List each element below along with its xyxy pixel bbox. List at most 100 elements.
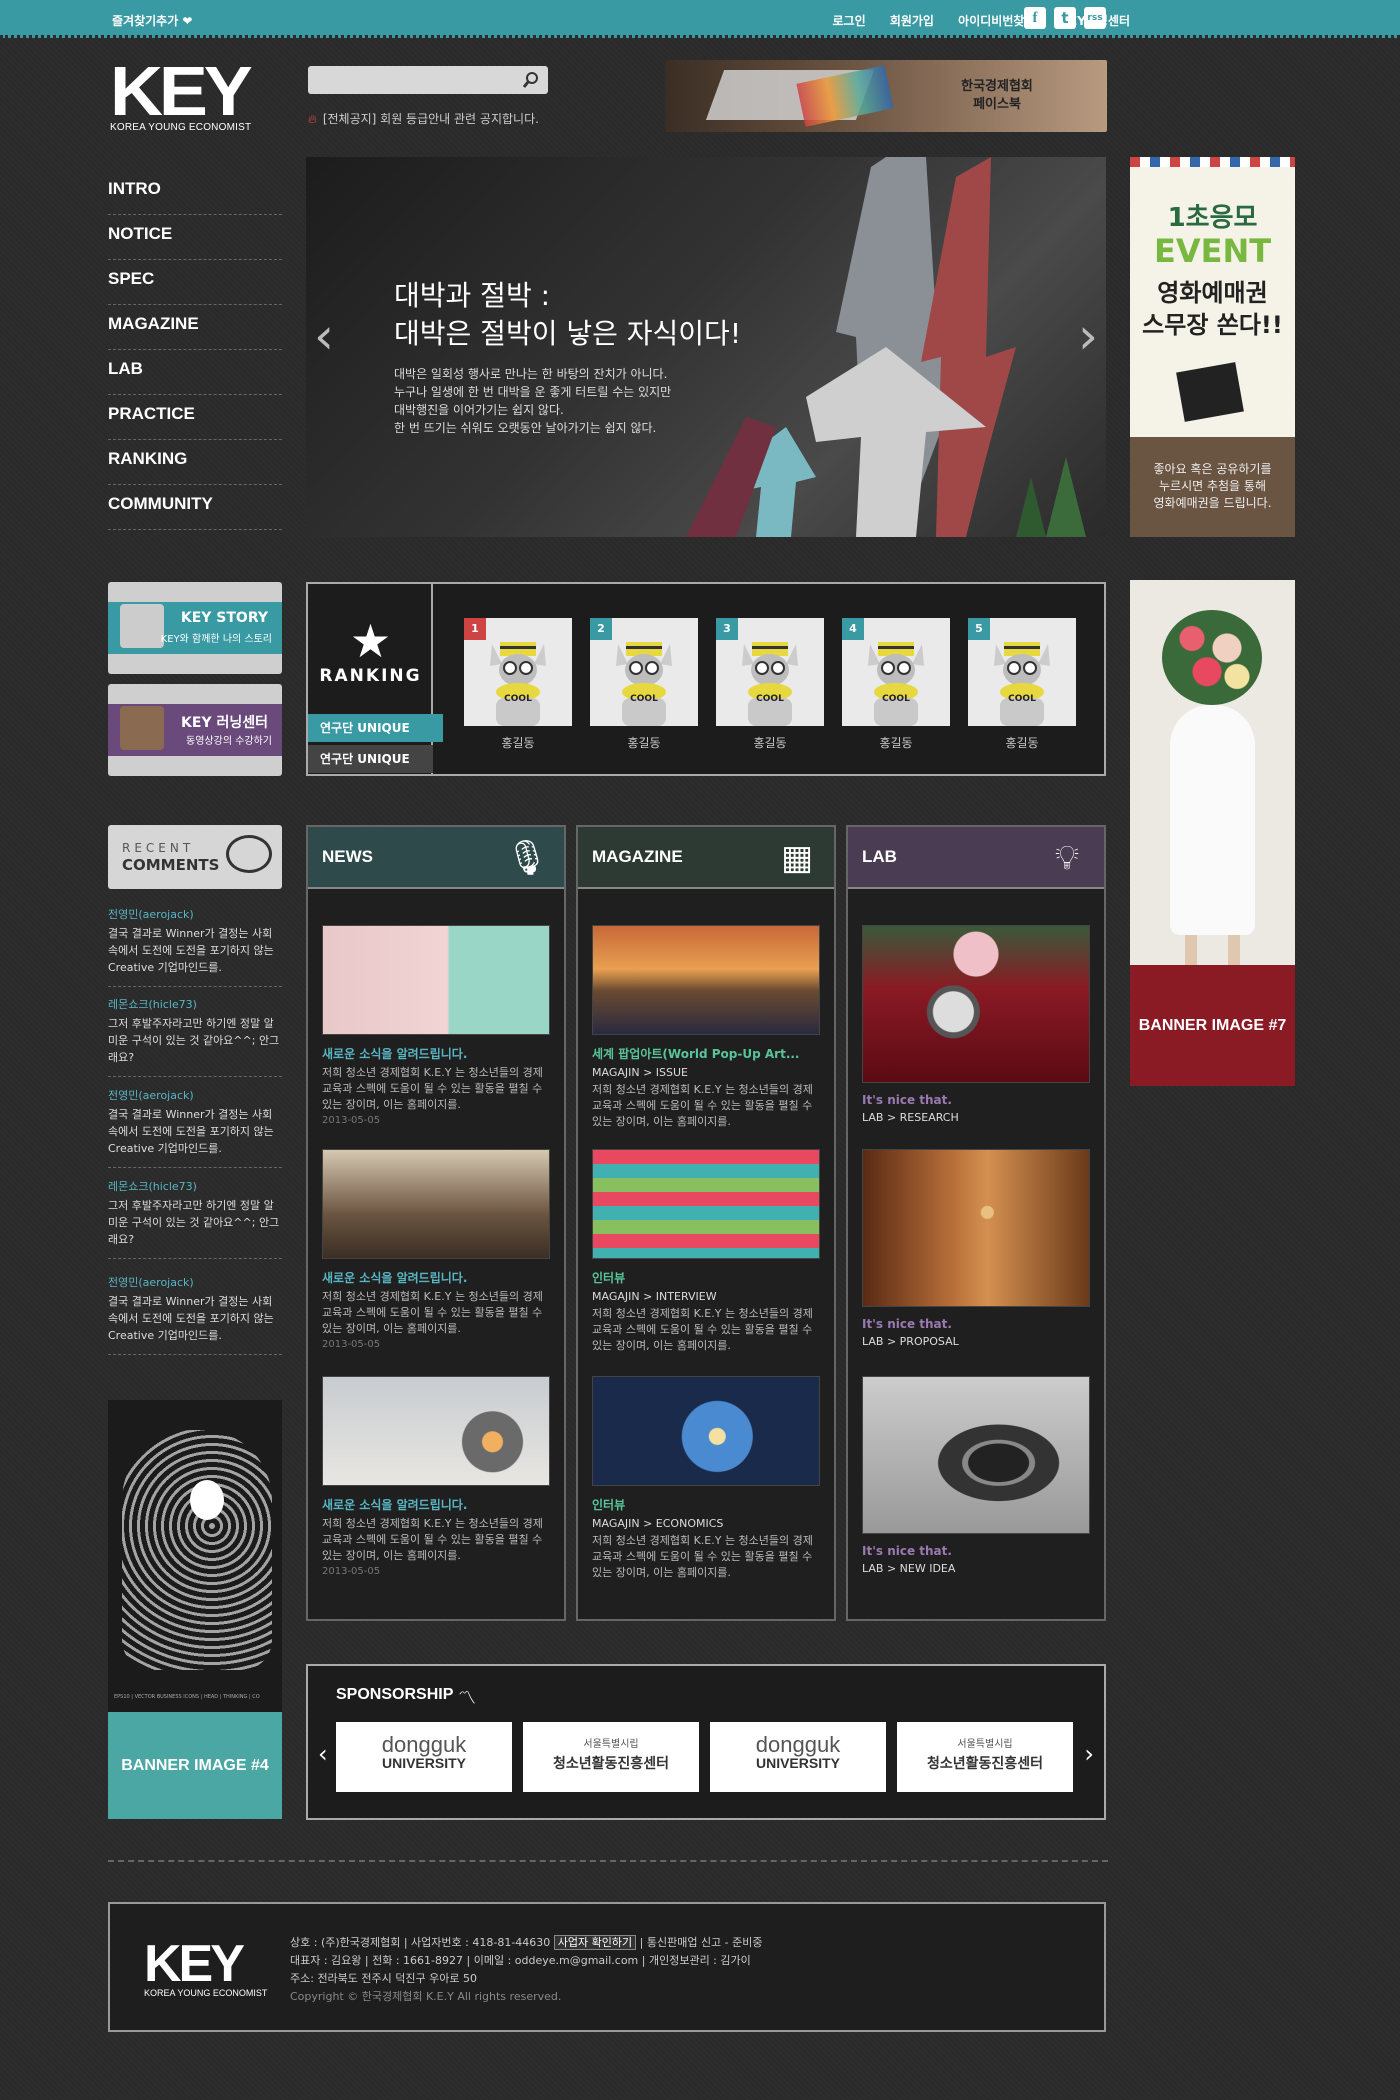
lab-header: LAB 💡︎	[848, 827, 1104, 889]
footer-info: 상호 : (주)한국경제협회 | 사업자번호 : 418-81-44630 사업…	[290, 1934, 763, 2006]
ranking-tab-2[interactable]: 연구단 UNIQUE	[308, 745, 433, 773]
nav-community[interactable]: COMMUNITY	[108, 485, 282, 530]
news-card-title: 새로운 소식을 알려드립니다.	[322, 1271, 468, 1285]
clapperboard-icon	[1176, 362, 1244, 422]
event-line3b: 스무장 쏜다!!	[1142, 311, 1283, 339]
lab-card[interactable]: It's nice that. LAB > NEW IDEA	[862, 1376, 1090, 1575]
key-learning-button[interactable]: KEY 러닝센터 동영상강의 수강하기	[108, 684, 282, 776]
magazine-card[interactable]: 인터뷰 MAGAJIN > ECONOMICS 저희 청소년 경제협회 K.E.…	[592, 1376, 820, 1581]
site-footer: KEY KOREA YOUNG ECONOMIST 상호 : (주)한국경제협회…	[108, 1902, 1106, 2032]
dog-avatar-icon	[742, 642, 798, 726]
airmail-border	[1130, 157, 1295, 167]
lightbulb-icon: 💡︎	[1055, 838, 1079, 878]
chart-line-icon: 〽	[458, 1688, 476, 1709]
rank-item[interactable]: 5 COOL 홍길동	[968, 618, 1076, 751]
news-card[interactable]: 새로운 소식을 알려드립니다. 저희 청소년 경제협회 K.E.Y 는 청소년들…	[322, 1376, 550, 1577]
facebook-banner[interactable]: 한국경제협회 페이스북	[665, 60, 1107, 132]
comment-body: 결국 결과로 Winner가 결정는 사회속에서 도전에 도전을 포기하지 않는…	[108, 1295, 274, 1342]
key-story-title: KEY STORY	[180, 610, 268, 626]
fb-banner-line1: 한국경제협회	[961, 79, 1033, 94]
rank-item[interactable]: 4 COOL 홍길동	[842, 618, 950, 751]
sponsor-prev-button[interactable]: ‹	[318, 1740, 328, 1768]
nav-lab[interactable]: LAB	[108, 350, 282, 395]
rank-number: 2	[590, 618, 612, 640]
nav-intro[interactable]: INTRO	[108, 170, 282, 215]
news-card[interactable]: 새로운 소식을 알려드립니다. 저희 청소년 경제협회 K.E.Y 는 청소년들…	[322, 925, 550, 1126]
nav-ranking[interactable]: RANKING	[108, 440, 282, 485]
nav-spec[interactable]: SPEC	[108, 260, 282, 305]
head-icons-illustration	[122, 1430, 272, 1670]
hero-prev-button[interactable]: ‹	[314, 307, 334, 365]
rank-item[interactable]: 2 COOL 홍길동	[590, 618, 698, 751]
rss-icon[interactable]: rss	[1084, 7, 1106, 29]
leg-left	[1185, 935, 1197, 965]
banner-4[interactable]: BANNER IMAGE #4	[108, 1712, 282, 1819]
rank-item[interactable]: 1 COOL 홍길동	[464, 618, 572, 751]
rank-avatar: 2 COOL	[590, 618, 698, 726]
rank-number: 5	[968, 618, 990, 640]
hero-body-line1: 대박은 일회성 행사로 만나는 한 바탕의 잔치가 아니다.	[394, 367, 668, 381]
twitter-icon[interactable]: t	[1054, 7, 1076, 29]
sponsor-logo[interactable]: dongguk UNIVERSITY	[336, 1722, 512, 1792]
lab-card-category: LAB > NEW IDEA	[862, 1562, 956, 1575]
lab-title: LAB	[862, 847, 897, 866]
rank-item[interactable]: 3 COOL 홍길동	[716, 618, 824, 751]
lab-card[interactable]: It's nice that. LAB > RESEARCH	[862, 925, 1090, 1124]
lab-card[interactable]: It's nice that. LAB > PROPOSAL	[862, 1149, 1090, 1348]
nav-practice[interactable]: PRACTICE	[108, 395, 282, 440]
logo-wordmark: KEY	[110, 52, 253, 130]
nav-magazine[interactable]: MAGAZINE	[108, 305, 282, 350]
comment-item[interactable]: 전영민(aerojack) 결국 결과로 Winner가 결정는 사회속에서 도…	[108, 1274, 282, 1355]
business-check-button[interactable]: 사업자 확인하기	[553, 1935, 637, 1950]
rank-number: 4	[842, 618, 864, 640]
sponsor-logo[interactable]: dongguk UNIVERSITY	[710, 1722, 886, 1792]
comment-item[interactable]: 레몬쇼크(hicle73) 그저 후발주자라고만 하기엔 정말 알 미운 구석이…	[108, 1178, 282, 1259]
magazine-card-category: MAGAJIN > ISSUE	[592, 1066, 689, 1079]
magazine-card[interactable]: 세계 팝업아트(World Pop-Up Art... MAGAJIN > IS…	[592, 925, 820, 1130]
rank-avatar: 1 COOL	[464, 618, 572, 726]
magazine-card-title: 인터뷰	[592, 1271, 626, 1285]
sponsor-next-button[interactable]: ›	[1084, 1740, 1094, 1768]
rank-name: 홍길동	[1005, 736, 1039, 750]
speech-bubble-icon	[226, 835, 272, 873]
site-logo[interactable]: KEY KOREA YOUNG ECONOMIST	[110, 56, 282, 135]
comment-author: 전영민(aerojack)	[108, 1276, 194, 1289]
key-story-sub: KEY와 함께한 나의 스토리	[160, 634, 272, 645]
rank-name: 홍길동	[879, 736, 913, 750]
banner-7[interactable]: BANNER IMAGE #7	[1130, 965, 1295, 1086]
rank-name: 홍길동	[501, 736, 535, 750]
magazine-card-title: 세계 팝업아트(World Pop-Up Art...	[592, 1047, 800, 1061]
rank-name: 홍길동	[753, 736, 787, 750]
event-banner[interactable]: 1초응모 EVENT 영화예매권 스무장 쏜다!! 좋아요 혹은 공유하기를 누르시…	[1130, 157, 1295, 537]
signup-link[interactable]: 회원가입	[890, 14, 934, 28]
key-story-button[interactable]: KEY STORY KEY와 함께한 나의 스토리	[108, 582, 282, 674]
magazine-card[interactable]: 인터뷰 MAGAJIN > INTERVIEW 저희 청소년 경제협회 K.E.…	[592, 1149, 820, 1354]
event-bottom-line3: 영화예매권을 드립니다.	[1153, 496, 1272, 510]
comment-item[interactable]: 전영민(aerojack) 결국 결과로 Winner가 결정는 사회속에서 도…	[108, 906, 282, 987]
lab-card-title: It's nice that.	[862, 1317, 952, 1331]
login-link[interactable]: 로그인	[833, 14, 866, 28]
news-card[interactable]: 새로운 소식을 알려드립니다. 저희 청소년 경제협회 K.E.Y 는 청소년들…	[322, 1149, 550, 1350]
rank-name: 홍길동	[627, 736, 661, 750]
nav-notice[interactable]: NOTICE	[108, 215, 282, 260]
notice-ticker[interactable]: 🔥︎ [전체공지] 회원 등급안내 관련 공지합니다.	[308, 110, 539, 127]
hero-next-button[interactable]: ›	[1078, 307, 1098, 365]
search-icon[interactable]	[522, 71, 540, 89]
lightbulb-icon	[190, 1480, 224, 1520]
comment-item[interactable]: 전영민(aerojack) 결국 결과로 Winner가 결정는 사회속에서 도…	[108, 1087, 282, 1168]
magazine-thumbnail	[592, 1376, 820, 1486]
facebook-icon[interactable]: f	[1024, 7, 1046, 29]
rank-number: 1	[464, 618, 486, 640]
sponsor-logo[interactable]: 서울특별시립 청소년활동진흥센터	[523, 1722, 699, 1792]
sponsorship-panel: SPONSORSHIP 〽 ‹ dongguk UNIVERSITY 서울특별시립…	[306, 1664, 1106, 1820]
sponsor-logo[interactable]: 서울특별시립 청소년활동진흥센터	[897, 1722, 1073, 1792]
news-card-title: 새로운 소식을 알려드립니다.	[322, 1047, 468, 1061]
ranking-tab-1[interactable]: 연구단 UNIQUE	[308, 714, 443, 742]
comment-author: 전영민(aerojack)	[108, 908, 194, 921]
lab-card-category: LAB > PROPOSAL	[862, 1335, 959, 1348]
bookmark-link[interactable]: 즐겨찾기추가 ❤	[112, 12, 192, 29]
flower-banner[interactable]	[1130, 580, 1295, 965]
idea-bulb-banner[interactable]: EPS10 | VECTOR BUSINESS ICONS | HEAD | T…	[108, 1400, 282, 1712]
search-input[interactable]	[308, 66, 513, 94]
comment-item[interactable]: 레몬쇼크(hicle73) 그저 후발주자라고만 하기엔 정말 알 미운 구석이…	[108, 996, 282, 1077]
